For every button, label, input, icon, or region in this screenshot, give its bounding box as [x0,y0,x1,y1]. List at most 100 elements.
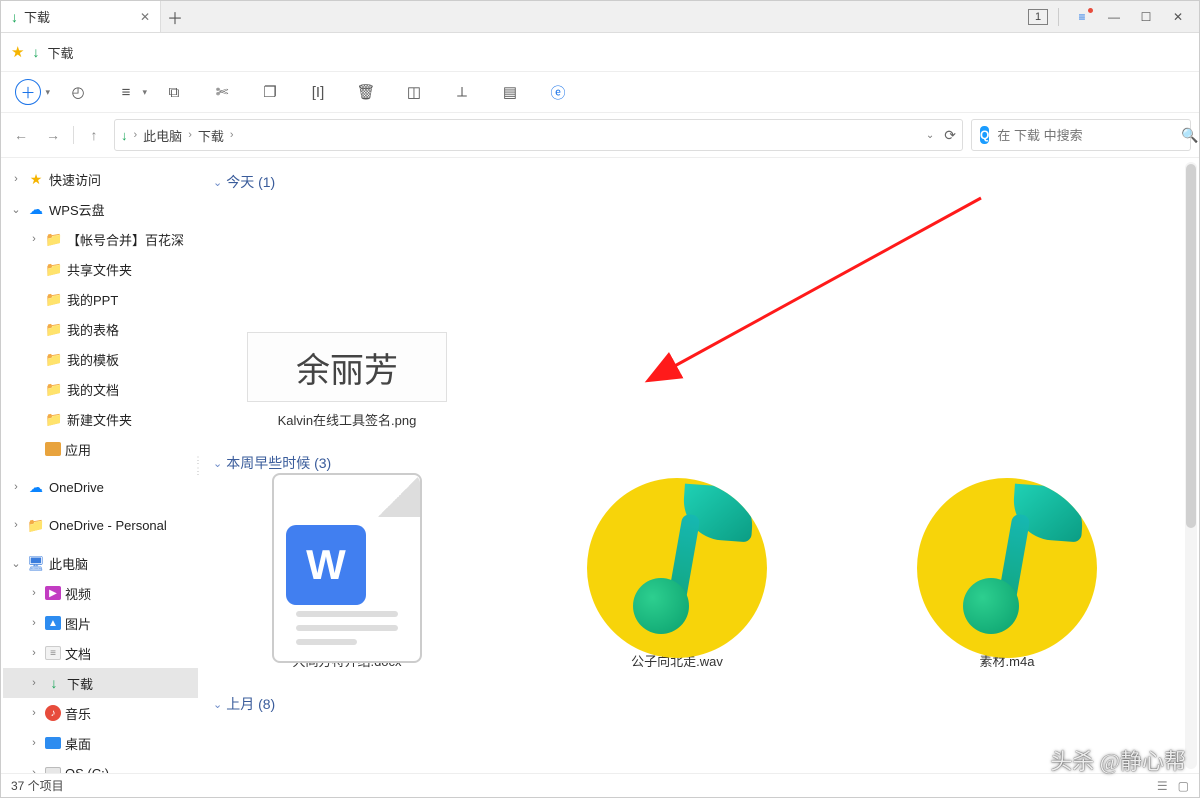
forward-button[interactable]: → [41,123,65,147]
sidebar-item-wps-apps[interactable]: 应用 [3,434,198,464]
sidebar-item-video[interactable]: › ▶ 视频 [3,578,198,608]
view-details-icon[interactable]: ☰ [1157,779,1168,793]
chevron-right-icon[interactable]: › [27,737,41,749]
chevron-right-icon[interactable]: › [27,707,41,719]
group-header-today[interactable]: ⌄ 今天 (1) [213,172,1195,192]
sidebar-item-documents[interactable]: › ≡ 文档 [3,638,198,668]
maximize-icon[interactable]: ☐ [1133,10,1159,24]
sidebar-item-wps-tmpl[interactable]: 📁 我的模板 [3,344,198,374]
sidebar-label: 我的文档 [67,380,119,399]
search-input[interactable] [997,128,1173,143]
download-icon: ↓ [121,128,128,143]
properties-icon[interactable]: ▤ [499,81,521,103]
chevron-down-icon[interactable]: ⌄ [9,203,23,216]
file-item[interactable]: 余丽芳 Kalvin在线工具签名.png [227,212,467,429]
group-header-week[interactable]: ⌄ 本周早些时候 (3) [213,453,1195,473]
chevron-down-icon[interactable]: ⌄ [9,557,23,570]
tab-downloads[interactable]: ↓ 下载 ✕ [1,1,161,32]
cut-icon[interactable]: ✄ [211,81,233,103]
sidebar-item-wps[interactable]: ⌄ ☁ WPS云盘 [3,194,198,224]
apps-icon [45,442,61,456]
sidebar-item-wps-table[interactable]: 📁 我的表格 [3,314,198,344]
up-button[interactable]: ↑ [82,123,106,147]
window-split-icon[interactable]: ◫ [403,81,425,103]
chevron-right-icon[interactable]: › [27,587,41,599]
chevron-down-icon[interactable]: ⌄ [926,130,934,141]
sidebar-item-quick-access[interactable]: › ★ 快速访问 [3,164,198,194]
document-icon: ≡ [45,646,61,660]
sidebar-item-onedrive-personal[interactable]: › 📁 OneDrive - Personal [3,510,198,540]
vertical-scrollbar[interactable] [1185,162,1197,769]
sidebar-item-wps-merge[interactable]: › 📁 【帐号合并】百花深 [3,224,198,254]
new-item-button[interactable]: ＋ [15,79,41,105]
folder-icon: 📁 [45,351,63,368]
chevron-right-icon[interactable]: › [27,233,41,245]
list-options-icon[interactable]: ≡ [115,81,137,103]
sidebar-label: 下载 [67,674,93,693]
back-button[interactable]: ← [9,123,33,147]
window-badge[interactable]: 1 [1028,9,1048,25]
chevron-right-icon[interactable]: › [9,481,23,493]
sidebar-item-onedrive[interactable]: › ☁ OneDrive [3,472,198,502]
sidebar-item-desktop[interactable]: › 桌面 [3,728,198,758]
chevron-right-icon[interactable]: › [27,677,41,689]
chevron-right-icon[interactable]: › [27,617,41,629]
address-bar[interactable]: ↓ › 此电脑 › 下载 › ⌄ ⟳ [114,119,963,151]
minimize-icon[interactable]: — [1101,10,1127,24]
delete-icon[interactable]: 🗑 [355,81,377,103]
copy-icon[interactable]: ⧉ [163,81,185,103]
chevron-right-icon[interactable]: › [27,767,41,773]
view-icons-icon[interactable]: ▢ [1178,779,1189,793]
folder-icon: 📁 [45,381,63,398]
sidebar-item-pictures[interactable]: › ▲ 图片 [3,608,198,638]
rename-icon[interactable]: [I] [307,81,329,103]
file-item[interactable]: W 大同方特介绍.docx [227,493,467,670]
sidebar-label: 视频 [65,584,91,603]
sidebar-item-wps-docs[interactable]: 📁 我的文档 [3,374,198,404]
paste-icon[interactable]: ❐ [259,81,281,103]
sidebar-label: 图片 [65,614,91,633]
tab-title: 下载 [24,7,134,26]
breadcrumb-root[interactable]: 此电脑 [143,126,182,145]
chevron-right-icon[interactable]: › [9,173,23,185]
download-icon: ↓ [32,44,39,60]
new-tab-button[interactable]: ＋ [161,5,189,29]
sidebar-item-wps-ppt[interactable]: 📁 我的PPT [3,284,198,314]
sidebar-item-downloads[interactable]: › ↓ 下载 [3,668,198,698]
file-name: Kalvin在线工具签名.png [278,410,417,429]
history-icon[interactable]: ◴ [67,81,89,103]
sidebar: › ★ 快速访问 ⌄ ☁ WPS云盘 › 📁 【帐号合并】百花深 📁 共享文件夹 [1,158,201,773]
sidebar-item-os-drive[interactable]: › OS (C:) [3,758,198,773]
chevron-right-icon[interactable]: › [27,647,41,659]
folder-icon: 📁 [45,231,63,248]
breadcrumb-current[interactable]: 下载 [198,126,224,145]
refresh-icon[interactable]: ⟳ [944,127,956,144]
sidebar-item-wps-newdir[interactable]: 📁 新建文件夹 [3,404,198,434]
status-bar: 37 个项目 ☰ ▢ [1,773,1199,797]
sidebar-item-this-pc[interactable]: ⌄ 🖥 此电脑 [3,548,198,578]
browser-icon[interactable]: ⓔ [547,81,569,103]
music-icon: ♪ [45,705,61,721]
close-tab-icon[interactable]: ✕ [140,10,150,24]
audio-thumbnail [917,478,1097,658]
sidebar-label: 快速访问 [49,170,101,189]
hamburger-menu-icon[interactable]: ≡ [1069,10,1095,24]
file-item[interactable]: 素材.m4a [887,493,1127,670]
chevron-right-icon[interactable]: › [9,519,23,531]
search-icon[interactable]: 🔍 [1181,127,1198,144]
sidebar-label: 我的PPT [67,290,118,309]
sidebar-label: 我的表格 [67,320,119,339]
sidebar-label: 共享文件夹 [67,260,132,279]
file-item[interactable]: 公子向北走.wav [557,493,797,670]
close-window-icon[interactable]: ✕ [1165,10,1191,24]
image-icon: ▲ [45,616,61,630]
group-header-lastmonth[interactable]: ⌄ 上月 (8) [213,694,1195,714]
folder-icon: 📁 [45,291,63,308]
crop-icon[interactable]: ⟂ [451,81,473,103]
sidebar-item-music[interactable]: › ♪ 音乐 [3,698,198,728]
favorite-downloads[interactable]: 下载 [47,43,73,62]
sidebar-resize-handle[interactable]: ⋮⋮ [195,164,200,767]
sidebar-item-wps-share[interactable]: 📁 共享文件夹 [3,254,198,284]
search-bar[interactable]: Q 🔍 [971,119,1191,151]
sidebar-label: OneDrive [49,480,104,495]
